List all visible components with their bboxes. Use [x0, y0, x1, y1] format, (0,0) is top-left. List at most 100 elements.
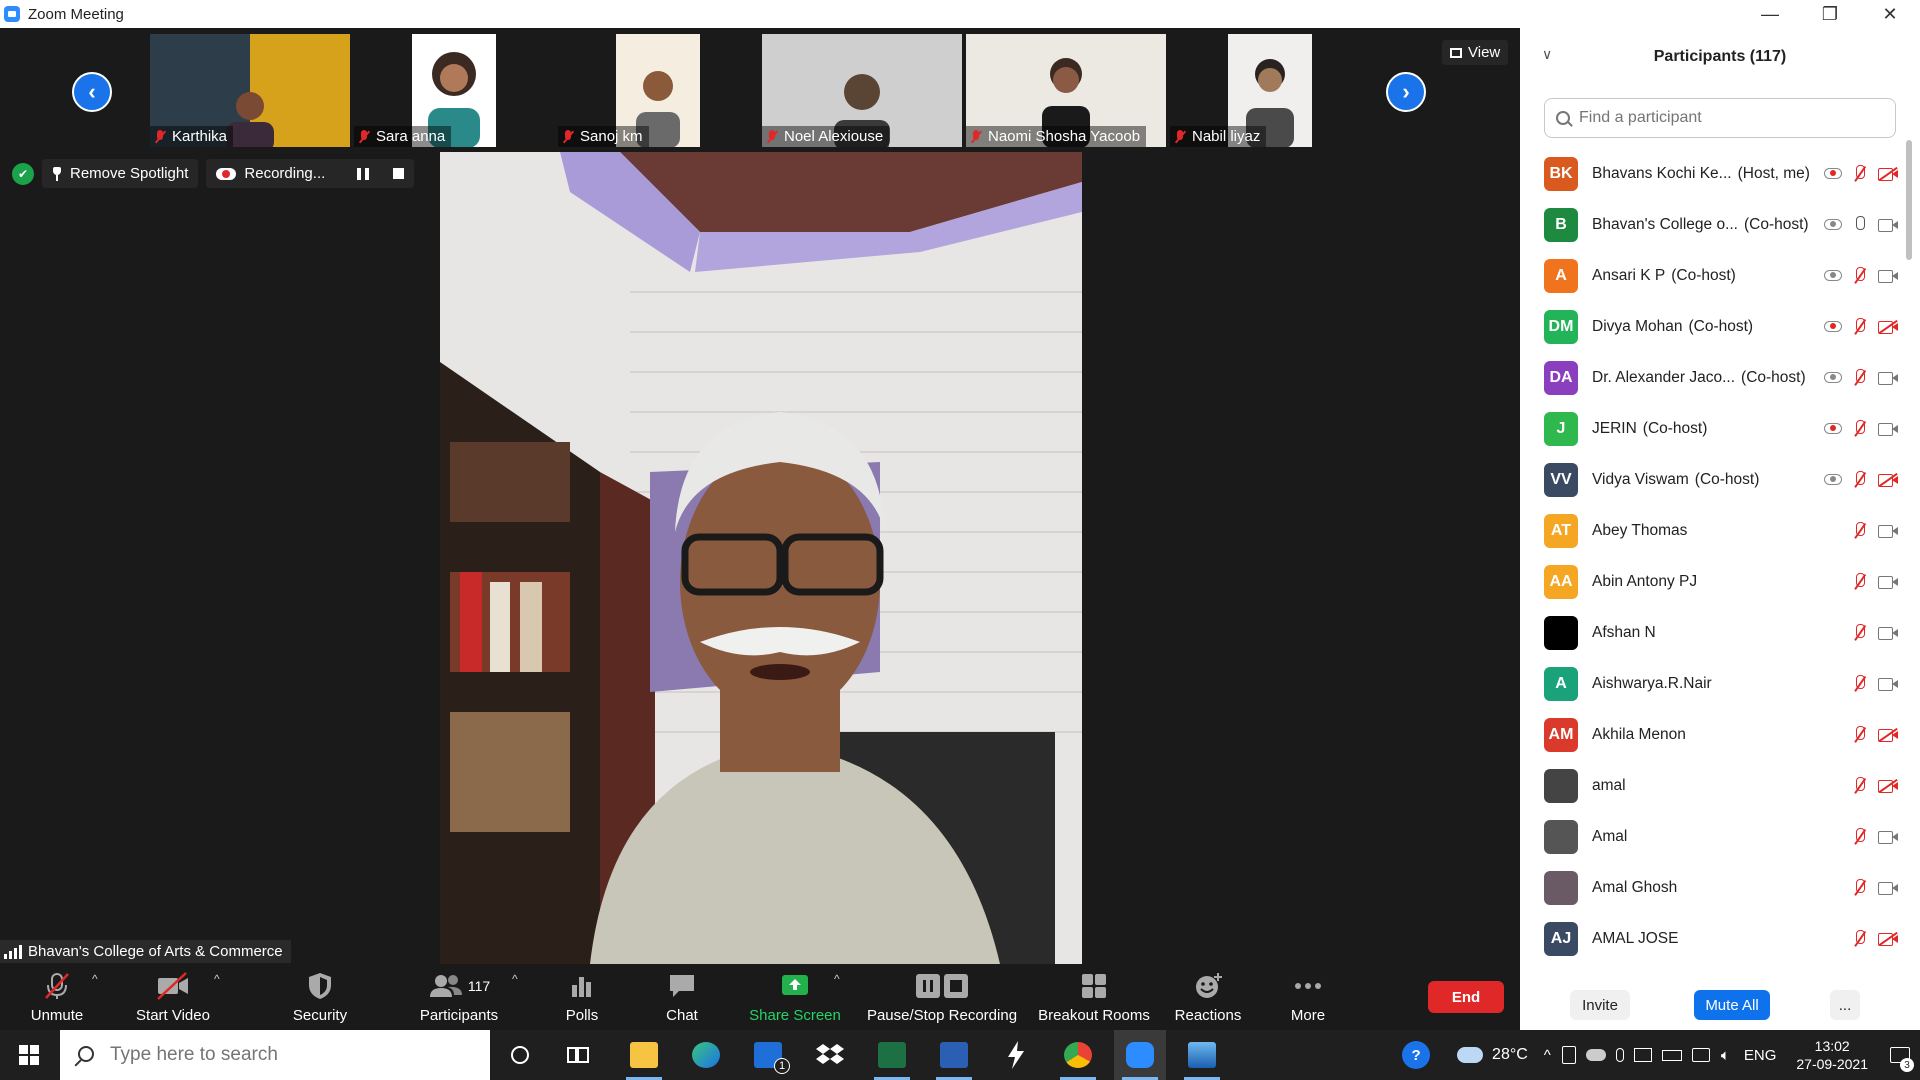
- previous-page-button[interactable]: ‹: [72, 72, 112, 112]
- chat-button[interactable]: Chat: [652, 964, 712, 1030]
- video-off-icon[interactable]: [1878, 778, 1898, 793]
- video-off-icon[interactable]: [1878, 166, 1898, 181]
- mic-off-icon[interactable]: [1852, 776, 1868, 795]
- mic-off-icon[interactable]: [1852, 266, 1868, 285]
- participant-row[interactable]: AA Abin Antony PJ: [1520, 556, 1904, 607]
- notification-center-button[interactable]: 3: [1880, 1030, 1920, 1080]
- battery-icon[interactable]: [1661, 1049, 1682, 1061]
- participant-search-input[interactable]: [1544, 98, 1896, 138]
- video-options-caret-icon[interactable]: ^: [214, 972, 220, 986]
- cortana-button[interactable]: [494, 1030, 546, 1080]
- mic-off-icon[interactable]: [1852, 419, 1868, 438]
- breakout-rooms-button[interactable]: Breakout Rooms: [1034, 964, 1154, 1030]
- video-thumbnail[interactable]: Naomi Shosha Yacoob: [966, 34, 1166, 147]
- video-off-icon[interactable]: [1878, 931, 1898, 946]
- participant-row[interactable]: A Aishwarya.R.Nair: [1520, 658, 1904, 709]
- mic-off-icon[interactable]: [1852, 725, 1868, 744]
- dropbox-app[interactable]: [804, 1030, 856, 1080]
- participant-row[interactable]: AT Abey Thomas: [1520, 505, 1904, 556]
- share-options-caret-icon[interactable]: ^: [834, 972, 840, 986]
- weather-cloud-icon[interactable]: [1457, 1047, 1484, 1063]
- participant-row[interactable]: DM Divya Mohan (Co-host): [1520, 301, 1904, 352]
- mic-on-icon[interactable]: [1852, 215, 1868, 234]
- polls-button[interactable]: Polls: [552, 964, 612, 1030]
- mic-off-icon[interactable]: [1852, 827, 1868, 846]
- taskbar-search-input[interactable]: [60, 1030, 490, 1080]
- unmute-button[interactable]: Unmute: [20, 964, 94, 1030]
- video-off-icon[interactable]: [1878, 319, 1898, 334]
- video-thumbnail[interactable]: Karthika: [150, 34, 350, 147]
- microphone-icon[interactable]: [1615, 1048, 1624, 1062]
- participant-row[interactable]: J JERIN (Co-host): [1520, 403, 1904, 454]
- video-icon[interactable]: [1878, 422, 1898, 436]
- video-icon[interactable]: [1878, 626, 1898, 640]
- meet-now-icon[interactable]: [1561, 1046, 1576, 1064]
- participant-row[interactable]: amal: [1520, 760, 1904, 811]
- chrome-app[interactable]: [1052, 1030, 1104, 1080]
- video-thumbnail[interactable]: Nabil liyaz: [1170, 34, 1370, 147]
- start-button[interactable]: [0, 1030, 58, 1080]
- participant-row[interactable]: DA Dr. Alexander Jaco... (Co-host): [1520, 352, 1904, 403]
- mic-off-icon[interactable]: [1852, 674, 1868, 693]
- close-button[interactable]: ✕: [1860, 0, 1920, 28]
- pause-recording-button[interactable]: [357, 167, 370, 180]
- mic-off-icon[interactable]: [1852, 878, 1868, 897]
- end-meeting-button[interactable]: End: [1428, 981, 1504, 1013]
- restore-button[interactable]: ❐: [1800, 0, 1860, 28]
- task-view-button[interactable]: [552, 1030, 604, 1080]
- system-clock[interactable]: 13:02 27-09-2021: [1796, 1037, 1868, 1073]
- mic-off-icon[interactable]: [1852, 368, 1868, 387]
- winamp-app[interactable]: [990, 1030, 1042, 1080]
- mic-off-icon[interactable]: [1852, 164, 1868, 183]
- pause-stop-recording-button[interactable]: Pause/Stop Recording: [862, 964, 1022, 1030]
- audio-options-caret-icon[interactable]: ^: [92, 972, 98, 986]
- remove-spotlight-button[interactable]: Remove Spotlight: [42, 159, 199, 188]
- zoom-app[interactable]: [1114, 1030, 1166, 1080]
- participant-row[interactable]: Amal: [1520, 811, 1904, 862]
- participant-list-scrollbar[interactable]: [1906, 140, 1912, 260]
- video-thumbnail[interactable]: Sanoj km: [558, 34, 758, 147]
- participant-row[interactable]: BK Bhavans Kochi Ke... (Host, me): [1520, 148, 1904, 199]
- volume-icon[interactable]: 🔈︎: [1721, 1047, 1730, 1064]
- mic-off-icon[interactable]: [1852, 572, 1868, 591]
- video-icon[interactable]: [1878, 677, 1898, 691]
- reactions-button[interactable]: Reactions: [1168, 964, 1248, 1030]
- excel-app[interactable]: [866, 1030, 918, 1080]
- participants-options-caret-icon[interactable]: ^: [512, 972, 518, 986]
- network-icon[interactable]: [1691, 1048, 1710, 1062]
- stop-recording-button[interactable]: [393, 168, 405, 179]
- video-icon[interactable]: [1878, 575, 1898, 589]
- mic-off-icon[interactable]: [1852, 929, 1868, 948]
- next-page-button[interactable]: ›: [1386, 72, 1426, 112]
- participant-row[interactable]: AJ AMAL JOSE: [1520, 913, 1904, 964]
- participant-row[interactable]: A Ansari K P (Co-host): [1520, 250, 1904, 301]
- start-video-button[interactable]: Start Video: [128, 964, 218, 1030]
- video-off-icon[interactable]: [1878, 472, 1898, 487]
- video-icon[interactable]: [1878, 371, 1898, 385]
- video-icon[interactable]: [1878, 881, 1898, 895]
- invite-button[interactable]: Invite: [1570, 990, 1630, 1020]
- onedrive-cloud-icon[interactable]: [1585, 1049, 1606, 1061]
- file-explorer-app[interactable]: [618, 1030, 670, 1080]
- photos-app[interactable]: [1176, 1030, 1228, 1080]
- participants-button[interactable]: 117 Participants: [404, 964, 514, 1030]
- edge-app[interactable]: [680, 1030, 732, 1080]
- participant-row[interactable]: AM Akhila Menon: [1520, 709, 1904, 760]
- help-icon[interactable]: ?: [1402, 1041, 1431, 1069]
- weather-temperature[interactable]: 28°C: [1492, 1046, 1528, 1064]
- participant-row[interactable]: Afshan N: [1520, 607, 1904, 658]
- participant-row[interactable]: VV Vidya Viswam (Co-host): [1520, 454, 1904, 505]
- participant-row[interactable]: Amal Ghosh: [1520, 862, 1904, 913]
- mic-off-icon[interactable]: [1852, 470, 1868, 489]
- video-thumbnail[interactable]: Noel Alexiouse: [762, 34, 962, 147]
- video-thumbnail[interactable]: Sara anna: [354, 34, 554, 147]
- video-icon[interactable]: [1878, 830, 1898, 844]
- view-button[interactable]: View: [1442, 40, 1509, 65]
- mail-app[interactable]: 1: [742, 1030, 794, 1080]
- word-app[interactable]: [928, 1030, 980, 1080]
- video-icon[interactable]: [1878, 269, 1898, 283]
- mic-off-icon[interactable]: [1852, 623, 1868, 642]
- video-icon[interactable]: [1878, 524, 1898, 538]
- participant-row[interactable]: B Bhavan's College o... (Co-host): [1520, 199, 1904, 250]
- mic-off-icon[interactable]: [1852, 521, 1868, 540]
